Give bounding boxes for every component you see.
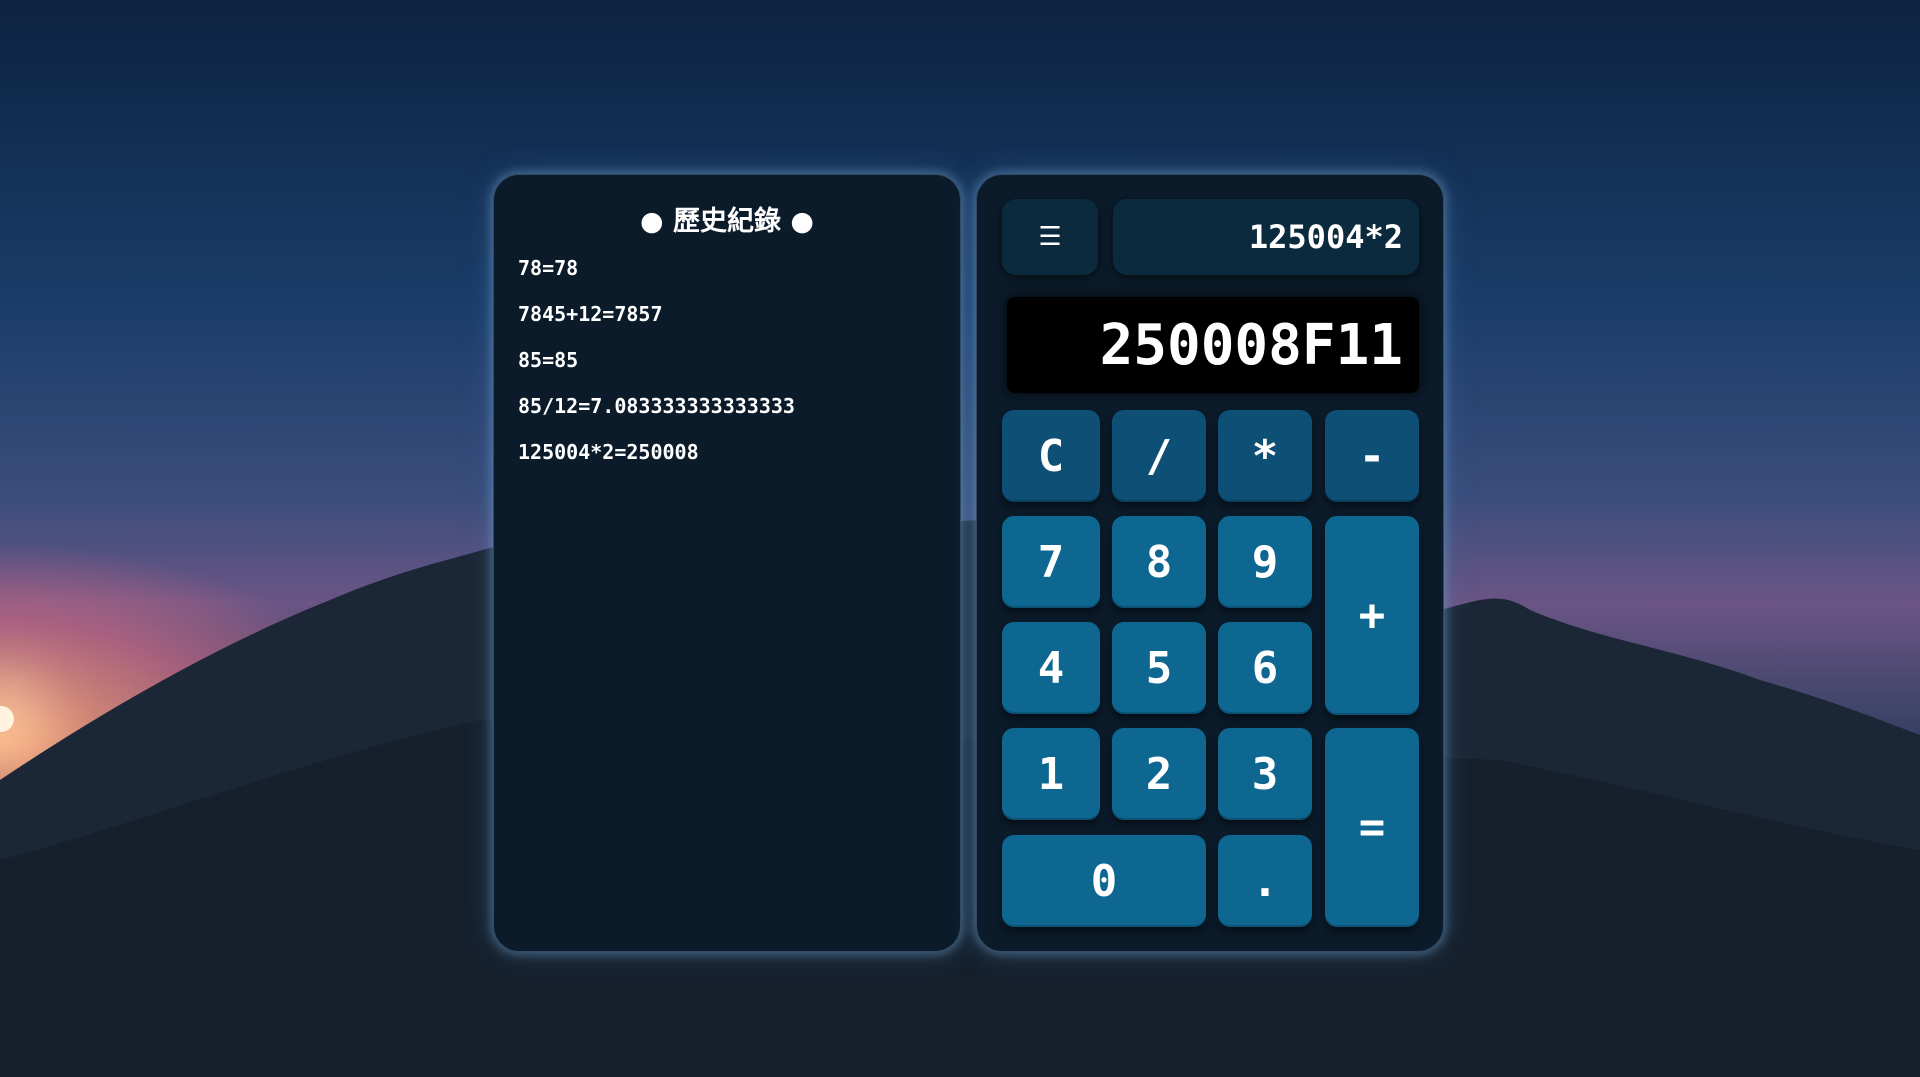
digit-2-button[interactable]: 2 — [1112, 728, 1206, 820]
expression-display: 125004*2 — [1113, 199, 1419, 275]
divide-button[interactable]: / — [1112, 410, 1206, 502]
history-title: ● 歷史紀錄 ● — [640, 206, 814, 237]
multiply-button[interactable]: * — [1218, 410, 1312, 502]
result-display: 250008F11 — [1007, 297, 1419, 393]
digit-1-button[interactable]: 1 — [1002, 728, 1100, 820]
digit-6-button[interactable]: 6 — [1218, 622, 1312, 714]
digit-8-button[interactable]: 8 — [1112, 516, 1206, 608]
decimal-point-button[interactable]: . — [1218, 835, 1312, 927]
digit-7-button[interactable]: 7 — [1002, 516, 1100, 608]
digit-9-button[interactable]: 9 — [1218, 516, 1312, 608]
history-entry[interactable]: 125004*2=250008 — [518, 437, 940, 483]
digit-0-button[interactable]: 0 — [1002, 835, 1206, 927]
clear-button[interactable]: C — [1002, 410, 1100, 502]
calculator-panel: ☰ 125004*2 250008F11 C / * - 7 8 9 + 4 5… — [976, 174, 1444, 952]
digit-4-button[interactable]: 4 — [1002, 622, 1100, 714]
history-list: 78=78 7845+12=7857 85=85 85/12=7.0833333… — [518, 253, 940, 483]
digit-5-button[interactable]: 5 — [1112, 622, 1206, 714]
menu-button[interactable]: ☰ — [1002, 199, 1098, 275]
history-entry[interactable]: 78=78 — [518, 253, 940, 299]
history-panel: ● 歷史紀錄 ● 78=78 7845+12=7857 85=85 85/12=… — [493, 174, 961, 952]
digit-3-button[interactable]: 3 — [1218, 728, 1312, 820]
history-entry[interactable]: 7845+12=7857 — [518, 299, 940, 345]
history-entry[interactable]: 85=85 — [518, 345, 940, 391]
plus-button[interactable]: + — [1325, 516, 1419, 715]
minus-button[interactable]: - — [1325, 410, 1419, 502]
history-entry[interactable]: 85/12=7.083333333333333 — [518, 391, 940, 437]
equals-button[interactable]: = — [1325, 728, 1419, 927]
